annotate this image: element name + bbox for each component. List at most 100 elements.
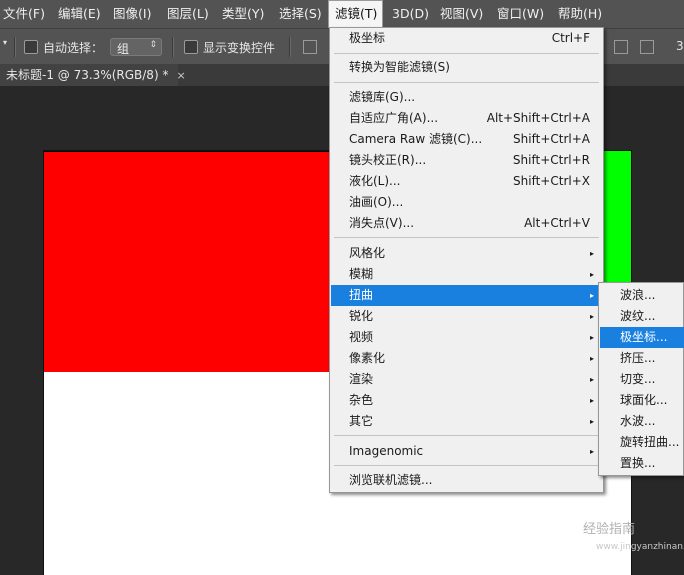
document-tab-title: 未标题-1 @ 73.3%(RGB/8) * — [6, 68, 169, 82]
submenu-arrow-icon: ▸ — [589, 291, 594, 300]
menu-item-label: 切变... — [620, 372, 656, 386]
menu-item-label: 极坐标 — [349, 31, 386, 45]
menu-item-label: 滤镜库(G)... — [349, 90, 416, 104]
menu-item-label: 消失点(V)... — [349, 216, 415, 230]
menu-item-label: 置换... — [620, 456, 656, 470]
menu-item-label: Camera Raw 滤镜(C)... — [349, 132, 483, 146]
submenu-item-shear[interactable]: 切变... — [600, 369, 684, 390]
submenu-item-polar-coordinates[interactable]: 极坐标... — [600, 327, 684, 348]
menu-item-label: 渲染 — [349, 372, 374, 386]
menu-item-adaptive-wide-angle[interactable]: 自适应广角(A)... Alt+Shift+Ctrl+A — [331, 108, 602, 129]
menu-item-last-filter[interactable]: 极坐标 Ctrl+F — [331, 28, 602, 49]
menu-item-render[interactable]: 渲染 ▸ — [331, 369, 602, 390]
menu-item-noise[interactable]: 杂色 ▸ — [331, 390, 602, 411]
menu-select[interactable]: 选择(S) — [279, 0, 322, 28]
menu-item-stylize[interactable]: 风格化 ▸ — [331, 243, 602, 264]
overflow-indicator: 3 — [676, 39, 684, 53]
menu-item-label: 波纹... — [620, 309, 656, 323]
submenu-arrow-icon: ▸ — [589, 447, 594, 456]
menu-item-camera-raw[interactable]: Camera Raw 滤镜(C)... Shift+Ctrl+A — [331, 129, 602, 150]
menu-item-convert-smart-filter[interactable]: 转换为智能滤镜(S) — [331, 57, 602, 78]
submenu-arrow-icon: ▸ — [589, 354, 594, 363]
auto-select-target-value: 组 — [117, 42, 130, 56]
options-divider — [14, 37, 16, 57]
menu-item-shortcut: Alt+Ctrl+V — [524, 216, 590, 230]
menu-item-vanishing-point[interactable]: 消失点(V)... Alt+Ctrl+V — [331, 213, 602, 234]
menu-item-lens-correction[interactable]: 镜头校正(R)... Shift+Ctrl+R — [331, 150, 602, 171]
menu-separator — [334, 465, 599, 466]
menu-item-label: 视频 — [349, 330, 374, 344]
submenu-item-wave[interactable]: 波浪... — [600, 285, 684, 306]
menu-item-label: 油画(O)... — [349, 195, 404, 209]
menu-3d[interactable]: 3D(D) — [392, 0, 429, 28]
menu-item-blur[interactable]: 模糊 ▸ — [331, 264, 602, 285]
menu-bar: 文件(F) 编辑(E) 图像(I) 图层(L) 类型(Y) 选择(S) 滤镜(T… — [0, 0, 684, 28]
menu-item-shortcut: Alt+Shift+Ctrl+A — [486, 111, 590, 125]
submenu-item-ripple[interactable]: 波纹... — [600, 306, 684, 327]
menu-item-label: 水波... — [620, 414, 656, 428]
distribute-horizontal-icon[interactable] — [640, 40, 654, 54]
menu-image[interactable]: 图像(I) — [113, 0, 151, 28]
menu-item-video[interactable]: 视频 ▸ — [331, 327, 602, 348]
close-tab-icon[interactable]: × — [176, 69, 185, 82]
submenu-arrow-icon: ▸ — [589, 396, 594, 405]
menu-item-label: 挤压... — [620, 351, 656, 365]
menu-file[interactable]: 文件(F) — [3, 0, 45, 28]
submenu-arrow-icon: ▸ — [589, 312, 594, 321]
menu-item-label: 风格化 — [349, 246, 386, 260]
tool-preset-arrow-icon[interactable]: ▾ — [3, 38, 7, 47]
menu-item-label: 模糊 — [349, 267, 374, 281]
show-transform-label: 显示变换控件 — [203, 41, 276, 55]
menu-item-browse-online[interactable]: 浏览联机滤镜... — [331, 470, 602, 491]
auto-select-checkbox[interactable] — [24, 40, 38, 54]
menu-separator — [334, 435, 599, 436]
menu-item-label: 液化(L)... — [349, 174, 401, 188]
auto-select-target-select[interactable]: 组 ⇕ — [110, 38, 162, 56]
menu-item-filter-gallery[interactable]: 滤镜库(G)... — [331, 87, 602, 108]
submenu-item-twirl[interactable]: 旋转扭曲... — [600, 432, 684, 453]
submenu-item-zigzag[interactable]: 水波... — [600, 411, 684, 432]
menu-item-label: 球面化... — [620, 393, 668, 407]
menu-separator — [334, 82, 599, 83]
submenu-item-displace[interactable]: 置换... — [600, 453, 684, 474]
menu-layer[interactable]: 图层(L) — [167, 0, 209, 28]
distort-submenu: 波浪... 波纹... 极坐标... 挤压... 切变... 球面化... 水波… — [598, 282, 684, 476]
menu-item-label: 转换为智能滤镜(S) — [349, 60, 450, 74]
menu-item-label: Imagenomic — [349, 444, 424, 458]
menu-item-label: 自适应广角(A)... — [349, 111, 439, 125]
menu-item-shortcut: Ctrl+F — [551, 31, 590, 45]
distribute-icon[interactable] — [614, 40, 628, 54]
align-top-icon[interactable] — [303, 40, 317, 54]
submenu-item-pinch[interactable]: 挤压... — [600, 348, 684, 369]
show-transform-checkbox[interactable] — [184, 40, 198, 54]
menu-help[interactable]: 帮助(H) — [558, 0, 602, 28]
menu-view[interactable]: 视图(V) — [440, 0, 483, 28]
menu-item-sharpen[interactable]: 锐化 ▸ — [331, 306, 602, 327]
menu-window[interactable]: 窗口(W) — [497, 0, 544, 28]
menu-item-distort[interactable]: 扭曲 ▸ — [331, 285, 602, 306]
menu-item-label: 镜头校正(R)... — [349, 153, 427, 167]
menu-item-other[interactable]: 其它 ▸ — [331, 411, 602, 432]
submenu-arrow-icon: ▸ — [589, 375, 594, 384]
menu-item-imagenomic[interactable]: Imagenomic ▸ — [331, 441, 602, 462]
submenu-item-spherize[interactable]: 球面化... — [600, 390, 684, 411]
menu-separator — [334, 237, 599, 238]
menu-item-label: 浏览联机滤镜... — [349, 473, 433, 487]
menu-filter[interactable]: 滤镜(T) — [328, 0, 383, 28]
menu-item-liquify[interactable]: 液化(L)... Shift+Ctrl+X — [331, 171, 602, 192]
document-tab[interactable]: 未标题-1 @ 73.3%(RGB/8) * × — [0, 64, 186, 86]
menu-item-label: 杂色 — [349, 393, 374, 407]
menu-item-label: 旋转扭曲... — [620, 435, 680, 449]
menu-edit[interactable]: 编辑(E) — [58, 0, 101, 28]
submenu-arrow-icon: ▸ — [589, 249, 594, 258]
submenu-arrow-icon: ▸ — [589, 270, 594, 279]
menu-item-oil-paint[interactable]: 油画(O)... — [331, 192, 602, 213]
menu-item-shortcut: Shift+Ctrl+X — [513, 174, 590, 188]
menu-item-pixelate[interactable]: 像素化 ▸ — [331, 348, 602, 369]
options-divider — [289, 37, 291, 57]
menu-item-shortcut: Shift+Ctrl+R — [512, 153, 590, 167]
menu-item-label: 锐化 — [349, 309, 374, 323]
menu-type[interactable]: 类型(Y) — [222, 0, 264, 28]
menu-item-label: 扭曲 — [349, 288, 374, 302]
menu-item-label: 波浪... — [620, 288, 656, 302]
